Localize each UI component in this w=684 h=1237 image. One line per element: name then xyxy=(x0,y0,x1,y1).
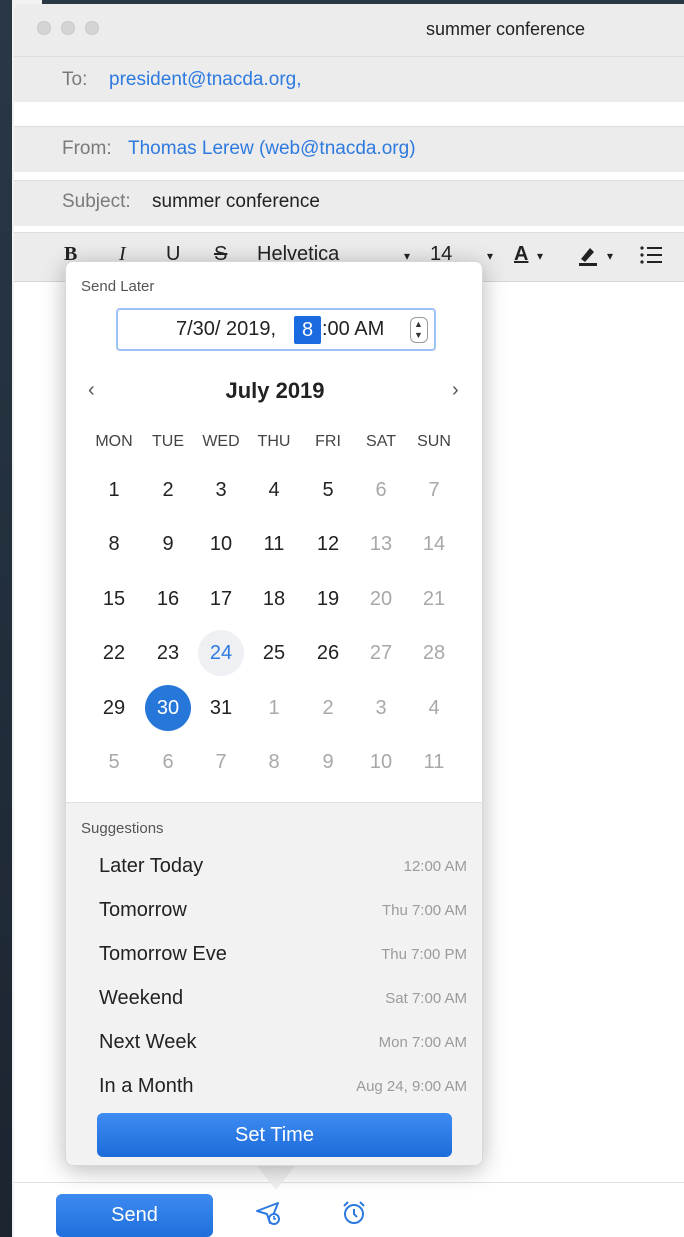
suggestion-item[interactable]: Weekend Sat 7:00 AM xyxy=(66,979,482,1023)
calendar-day[interactable]: 4 xyxy=(407,685,461,731)
calendar-day[interactable]: 19 xyxy=(301,576,355,622)
suggestion-item[interactable]: Next Week Mon 7:00 AM xyxy=(66,1023,482,1067)
calendar-day[interactable]: 30 xyxy=(141,685,195,731)
calendar-grid: 1 2 3 4 5 6 7 8 9 10 11 12 13 14 15 16 17 18 19 20 21 22 23 24 2… xyxy=(66,262,482,802)
to-label: To: xyxy=(62,69,88,90)
calendar-day[interactable]: 24 xyxy=(194,630,248,676)
calendar-day[interactable]: 7 xyxy=(407,467,461,513)
highlighter-icon[interactable] xyxy=(576,243,600,273)
calendar-day[interactable]: 8 xyxy=(247,739,301,785)
suggestion-label: Later Today xyxy=(99,855,204,877)
calendar-day[interactable]: 10 xyxy=(194,521,248,567)
suggestion-item[interactable]: Tomorrow Eve Thu 7:00 PM xyxy=(66,935,482,979)
calendar-day[interactable]: 3 xyxy=(354,685,408,731)
window-title: summer conference xyxy=(426,19,586,39)
calendar-day[interactable]: 13 xyxy=(354,521,408,567)
zoom-window-button[interactable] xyxy=(85,21,99,35)
send-later-icon[interactable] xyxy=(254,1199,282,1227)
calendar-day[interactable]: 29 xyxy=(87,685,141,731)
suggestion-label: In a Month xyxy=(99,1075,194,1097)
calendar-day[interactable]: 25 xyxy=(247,630,301,676)
calendar-day[interactable]: 8 xyxy=(87,521,141,567)
minimize-window-button[interactable] xyxy=(61,21,75,35)
to-row[interactable]: To: president@tnacda.org, xyxy=(14,56,684,102)
suggestion-time: Mon 7:00 AM xyxy=(378,1034,467,1051)
suggestion-item[interactable]: Tomorrow Thu 7:00 AM xyxy=(66,891,482,935)
calendar-day[interactable]: 26 xyxy=(301,630,355,676)
calendar-day[interactable]: 14 xyxy=(407,521,461,567)
set-time-button[interactable]: Set Time xyxy=(97,1113,452,1157)
calendar-day[interactable]: 9 xyxy=(141,521,195,567)
suggestion-label: Tomorrow Eve xyxy=(99,943,227,965)
to-recipient[interactable]: president@tnacda.org, xyxy=(109,69,302,91)
suggestion-label: Next Week xyxy=(99,1031,197,1053)
calendar-day[interactable]: 12 xyxy=(301,521,355,567)
calendar-day[interactable]: 10 xyxy=(354,739,408,785)
list-icon[interactable] xyxy=(639,243,663,273)
suggestion-time: 12:00 AM xyxy=(403,858,467,875)
calendar-day[interactable]: 2 xyxy=(141,467,195,513)
from-label: From: xyxy=(62,138,112,159)
calendar-day[interactable]: 6 xyxy=(141,739,195,785)
suggestion-time: Sat 7:00 AM xyxy=(385,990,467,1007)
calendar-day[interactable]: 23 xyxy=(141,630,195,676)
suggestions-label: Suggestions xyxy=(81,820,164,837)
from-row[interactable]: From: Thomas Lerew (web@tnacda.org) xyxy=(14,126,684,172)
suggestion-time: Aug 24, 9:00 AM xyxy=(356,1078,467,1095)
calendar-day[interactable]: 1 xyxy=(247,685,301,731)
calendar-day[interactable]: 27 xyxy=(354,630,408,676)
suggestion-time: Thu 7:00 AM xyxy=(381,902,467,919)
calendar-day[interactable]: 15 xyxy=(87,576,141,622)
calendar-day[interactable]: 22 xyxy=(87,630,141,676)
text-color-button[interactable]: A xyxy=(514,243,528,266)
calendar-day[interactable]: 2 xyxy=(301,685,355,731)
calendar-day[interactable]: 3 xyxy=(194,467,248,513)
suggestions-panel: Suggestions Later Today 12:00 AM Tomorrow T… xyxy=(66,802,482,1165)
subject-field[interactable]: summer conference xyxy=(152,191,320,213)
calendar-day[interactable]: 20 xyxy=(354,576,408,622)
calendar-day[interactable]: 11 xyxy=(247,521,301,567)
calendar-day[interactable]: 9 xyxy=(301,739,355,785)
calendar-day[interactable]: 16 xyxy=(141,576,195,622)
calendar-day[interactable]: 31 xyxy=(194,685,248,731)
suggestion-time: Thu 7:00 PM xyxy=(381,946,467,963)
send-later-popover: Send Later 7/30/ 2019, 8 :00 AM ▲ ▼ ‹ Ju… xyxy=(65,261,483,1166)
calendar-day[interactable]: 7 xyxy=(194,739,248,785)
suggestion-item[interactable]: In a Month Aug 24, 9:00 AM xyxy=(66,1067,482,1111)
chevron-down-icon[interactable]: ▾ xyxy=(487,249,493,263)
calendar-day[interactable]: 5 xyxy=(87,739,141,785)
calendar-day[interactable]: 6 xyxy=(354,467,408,513)
calendar-day[interactable]: 4 xyxy=(247,467,301,513)
calendar-day[interactable]: 18 xyxy=(247,576,301,622)
chevron-down-icon[interactable]: ▾ xyxy=(607,249,613,263)
title-bar: summer conference xyxy=(14,4,684,56)
calendar-day[interactable]: 11 xyxy=(407,739,461,785)
bottom-bar: Send xyxy=(14,1182,684,1237)
calendar-day[interactable]: 28 xyxy=(407,630,461,676)
suggestion-label: Weekend xyxy=(99,987,184,1009)
calendar-day[interactable]: 21 xyxy=(407,576,461,622)
calendar-day[interactable]: 1 xyxy=(87,467,141,513)
subject-label: Subject: xyxy=(62,191,131,212)
alarm-clock-icon[interactable] xyxy=(340,1199,368,1227)
send-button[interactable]: Send xyxy=(56,1194,213,1237)
subject-row[interactable]: Subject: summer conference xyxy=(14,180,684,226)
calendar-day[interactable]: 5 xyxy=(301,467,355,513)
calendar-day[interactable]: 17 xyxy=(194,576,248,622)
suggestion-item[interactable]: Later Today 12:00 AM xyxy=(66,847,482,891)
popover-arrow xyxy=(254,1162,298,1190)
suggestion-label: Tomorrow xyxy=(99,899,187,921)
from-account[interactable]: Thomas Lerew (web@tnacda.org) xyxy=(128,138,416,160)
chevron-down-icon[interactable]: ▾ xyxy=(537,249,543,263)
close-window-button[interactable] xyxy=(37,21,51,35)
